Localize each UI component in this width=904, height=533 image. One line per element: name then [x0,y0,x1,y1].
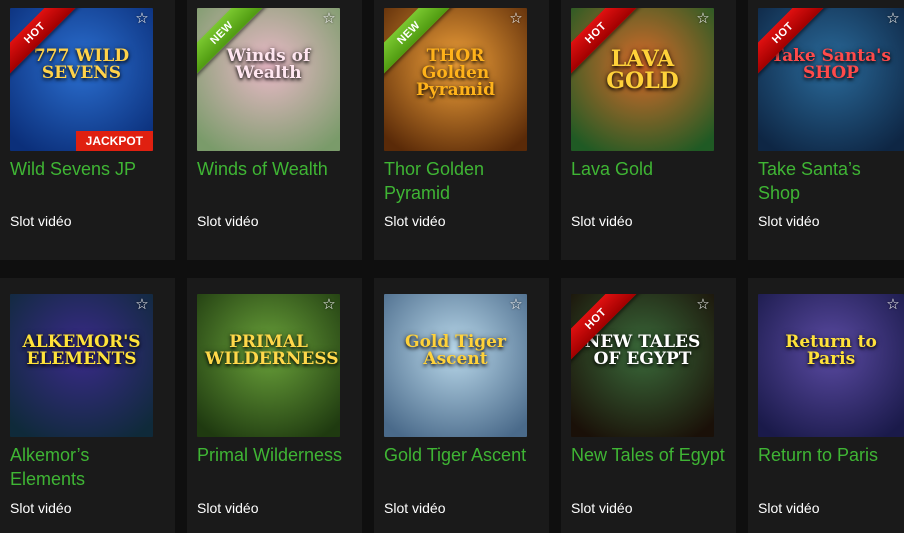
game-type-label: Slot vidéo [758,213,820,229]
game-type-label: Slot vidéo [571,500,633,516]
favorite-star-icon[interactable]: ☆ [321,10,337,26]
game-logo-text: NEW TALES OF EGYPT [584,332,701,369]
favorite-star-icon[interactable]: ☆ [134,296,150,312]
game-card[interactable]: 777 WILD SEVENS HOT JACKPOT ☆ Wild Sevens JP… [0,0,175,260]
game-thumbnail[interactable]: PRIMAL WILDERNESS ☆ [197,294,340,437]
game-grid: 777 WILD SEVENS HOT JACKPOT ☆ Wild Sevens JP… [0,0,904,533]
favorite-star-icon[interactable]: ☆ [508,10,524,26]
game-logo-text: ALKEMOR'S ELEMENTS [22,332,141,369]
game-logo-text: Winds of Wealth [226,46,311,83]
game-name-link[interactable]: Wild Sevens JP [10,157,169,181]
favorite-star-icon[interactable]: ☆ [885,10,901,26]
game-logo-text: Take Santa's SHOP [771,46,891,83]
game-card[interactable]: Winds of Wealth NEW ☆ Winds of Wealth Slot v… [187,0,362,260]
favorite-star-icon[interactable]: ☆ [695,10,711,26]
game-thumbnail[interactable]: Take Santa's SHOP HOT ☆ [758,8,904,151]
game-card[interactable]: THOR Golden Pyramid NEW ☆ Thor Golden Pyram… [374,0,549,260]
game-name-link[interactable]: Gold Tiger Ascent [384,443,543,467]
game-thumbnail[interactable]: ALKEMOR'S ELEMENTS ☆ [10,294,153,437]
favorite-star-icon[interactable]: ☆ [508,296,524,312]
game-logo-text: Return to Paris [785,332,877,369]
game-card[interactable]: Take Santa's SHOP HOT ☆ Take Santa’s Shop Sl… [748,0,904,260]
favorite-star-icon[interactable]: ☆ [321,296,337,312]
game-card[interactable]: Gold Tiger Ascent ☆ Gold Tiger Ascent Slot … [374,278,549,533]
game-type-label: Slot vidéo [571,213,633,229]
game-card[interactable]: PRIMAL WILDERNESS ☆ Primal Wilderness Slot … [187,278,362,533]
game-thumbnail[interactable]: LAVA GOLD HOT ☆ [571,8,714,151]
game-logo-text: THOR Golden Pyramid [416,46,495,100]
game-name-link[interactable]: New Tales of Egypt [571,443,730,467]
game-thumbnail[interactable]: THOR Golden Pyramid NEW ☆ [384,8,527,151]
game-type-label: Slot vidéo [197,500,259,516]
game-card[interactable]: ALKEMOR'S ELEMENTS ☆ Alkemor’s Elements Slo… [0,278,175,533]
game-card[interactable]: NEW TALES OF EGYPT HOT ☆ New Tales of Egypt… [561,278,736,533]
game-thumbnail[interactable]: Return to Paris ☆ [758,294,904,437]
game-logo-text: Gold Tiger Ascent [405,332,506,369]
game-logo-text: PRIMAL WILDERNESS [205,332,339,369]
favorite-star-icon[interactable]: ☆ [885,296,901,312]
game-thumbnail[interactable]: 777 WILD SEVENS HOT JACKPOT ☆ [10,8,153,151]
game-logo-text: LAVA GOLD [606,46,679,94]
game-logo-text: 777 WILD SEVENS [33,46,130,83]
game-type-label: Slot vidéo [10,213,72,229]
game-name-link[interactable]: Alkemor’s Elements [10,443,169,491]
game-type-label: Slot vidéo [197,213,259,229]
jackpot-badge: JACKPOT [75,131,153,151]
game-type-label: Slot vidéo [384,500,446,516]
game-type-label: Slot vidéo [758,500,820,516]
game-thumbnail[interactable]: NEW TALES OF EGYPT HOT ☆ [571,294,714,437]
game-type-label: Slot vidéo [10,500,72,516]
game-thumbnail[interactable]: Gold Tiger Ascent ☆ [384,294,527,437]
game-name-link[interactable]: Return to Paris [758,443,902,467]
game-type-label: Slot vidéo [384,213,446,229]
game-name-link[interactable]: Lava Gold [571,157,730,181]
favorite-star-icon[interactable]: ☆ [134,10,150,26]
game-name-link[interactable]: Winds of Wealth [197,157,356,181]
game-thumbnail[interactable]: Winds of Wealth NEW ☆ [197,8,340,151]
game-card[interactable]: LAVA GOLD HOT ☆ Lava Gold Slot vidéo [561,0,736,260]
game-name-link[interactable]: Take Santa’s Shop [758,157,902,205]
game-name-link[interactable]: Thor Golden Pyramid [384,157,543,205]
favorite-star-icon[interactable]: ☆ [695,296,711,312]
game-name-link[interactable]: Primal Wilderness [197,443,356,467]
game-card[interactable]: Return to Paris ☆ Return to Paris Slot vidé… [748,278,904,533]
